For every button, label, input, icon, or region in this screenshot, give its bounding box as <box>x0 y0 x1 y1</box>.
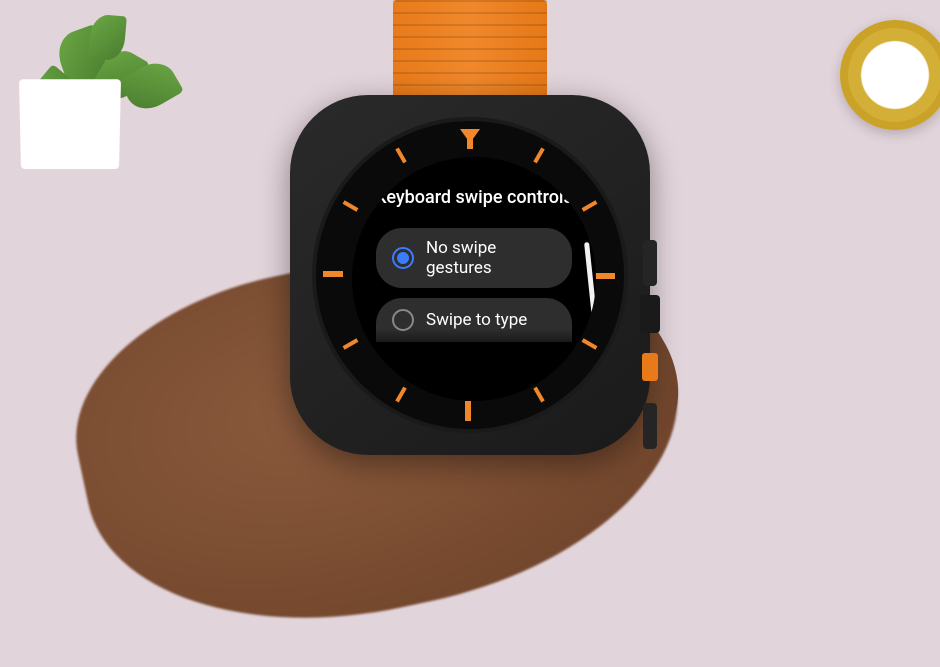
watch-side-button-bottom[interactable] <box>643 403 657 449</box>
watch-bezel[interactable]: Keyboard swipe controls No swipe gesture… <box>312 117 628 433</box>
plant-decoration <box>0 0 180 200</box>
smartwatch-body: Keyboard swipe controls No swipe gesture… <box>290 95 650 455</box>
radio-unselected-icon <box>392 309 414 331</box>
settings-page-title: Keyboard swipe controls <box>375 187 573 210</box>
watch-side-button-top[interactable] <box>643 240 657 286</box>
option-no-swipe-gestures[interactable]: No swipe gestures <box>376 228 572 289</box>
option-label: Swipe to type <box>426 310 527 330</box>
option-label: No swipe gestures <box>426 238 556 279</box>
watch-action-button[interactable] <box>642 353 658 381</box>
watch-crown[interactable] <box>640 295 660 333</box>
gold-clock-decoration <box>840 20 940 130</box>
watch-screen[interactable]: Keyboard swipe controls No swipe gesture… <box>352 157 596 401</box>
radio-selected-icon <box>392 247 414 269</box>
option-swipe-to-type[interactable]: Swipe to type <box>376 298 572 342</box>
